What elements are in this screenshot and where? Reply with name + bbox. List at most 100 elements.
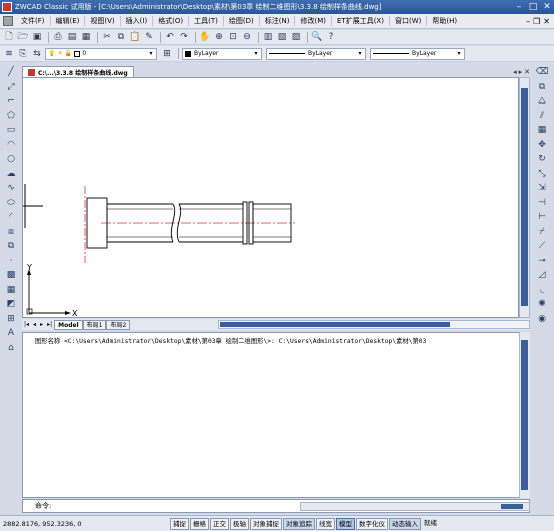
redo-icon[interactable]: ↷ bbox=[178, 31, 190, 43]
ellipse-arc-icon[interactable]: ◜ bbox=[5, 211, 17, 223]
fillet-icon[interactable]: ◟ bbox=[536, 284, 548, 296]
zoom-realtime-icon[interactable]: ⊕ bbox=[213, 31, 225, 43]
model-toggle[interactable]: 模型 bbox=[336, 517, 355, 530]
menu-help[interactable]: 帮助(H) bbox=[426, 16, 462, 26]
properties-palette-icon[interactable]: ◉ bbox=[536, 313, 548, 325]
offset-icon[interactable]: ⫽ bbox=[536, 110, 548, 122]
tool-palette-icon[interactable]: ▨ bbox=[290, 31, 302, 43]
menu-window[interactable]: 窗口(W) bbox=[388, 16, 426, 26]
scroll-thumb[interactable] bbox=[521, 88, 528, 306]
stretch-icon[interactable]: ⇲ bbox=[536, 182, 548, 194]
paste-icon[interactable]: 📋 bbox=[129, 31, 141, 43]
erase-icon[interactable]: ⌫ bbox=[536, 66, 549, 78]
menu-edit[interactable]: 编辑(E) bbox=[49, 16, 85, 26]
object-tracking-toggle[interactable]: 对象追踪 bbox=[283, 517, 315, 530]
spline-icon[interactable]: ∿ bbox=[5, 182, 17, 194]
document-tab-nav[interactable]: ◂▸✕ bbox=[513, 68, 532, 76]
array-icon[interactable]: ▦ bbox=[536, 124, 548, 136]
drawing-vertical-scrollbar[interactable] bbox=[519, 77, 530, 318]
ortho-toggle[interactable]: 正交 bbox=[210, 517, 229, 530]
revision-cloud-icon[interactable]: ☁ bbox=[5, 168, 17, 180]
maximize-button[interactable]: □ bbox=[526, 2, 540, 13]
make-object-layer-current-icon[interactable]: ⊞ bbox=[161, 48, 173, 60]
multiline-text-icon[interactable]: A bbox=[5, 327, 17, 339]
circle-icon[interactable]: ○ bbox=[5, 153, 17, 165]
zoom-previous-icon[interactable]: ⊖ bbox=[241, 31, 253, 43]
command-horizontal-scrollbar[interactable] bbox=[300, 502, 530, 511]
gradient-icon[interactable]: ▦ bbox=[5, 284, 17, 296]
explode-icon[interactable]: ✺ bbox=[536, 298, 548, 310]
close-button[interactable]: ✕ bbox=[540, 2, 554, 13]
polyline-icon[interactable]: ⌐ bbox=[5, 95, 17, 107]
polygon-icon[interactable]: ⬠ bbox=[5, 110, 17, 122]
cut-icon[interactable]: ✂ bbox=[101, 31, 113, 43]
lineweight-dropdown[interactable]: ByLayer ▾ bbox=[370, 47, 465, 60]
extend-icon[interactable]: ⊢ bbox=[536, 211, 548, 223]
prev-tab-icon[interactable]: ◂ bbox=[31, 321, 38, 328]
publish-icon[interactable]: ▦ bbox=[80, 31, 92, 43]
point-icon[interactable]: · bbox=[5, 255, 17, 267]
properties-icon[interactable]: ▥ bbox=[262, 31, 274, 43]
menu-view[interactable]: 视图(V) bbox=[84, 16, 119, 26]
save-icon[interactable]: ▣ bbox=[31, 31, 43, 43]
tab-model[interactable]: Model bbox=[54, 319, 83, 330]
rectangle-icon[interactable]: ▭ bbox=[5, 124, 17, 136]
print-icon[interactable]: ⎙ bbox=[52, 31, 64, 43]
menu-format[interactable]: 格式(O) bbox=[152, 16, 188, 26]
menu-file[interactable]: 文件(F) bbox=[16, 16, 50, 26]
polar-toggle[interactable]: 极轴 bbox=[230, 517, 249, 530]
mirror-icon[interactable]: ⧋ bbox=[536, 95, 548, 107]
region-icon[interactable]: ◩ bbox=[5, 298, 17, 310]
dynamic-input-toggle[interactable]: 动态输入 bbox=[389, 517, 421, 530]
layer-states-icon[interactable]: ⎘ bbox=[17, 48, 29, 60]
menu-dimension[interactable]: 标注(N) bbox=[258, 16, 295, 26]
match-properties-icon[interactable]: ✎ bbox=[143, 31, 155, 43]
copy-object-icon[interactable]: ⧉ bbox=[536, 81, 548, 93]
next-tab-icon[interactable]: ▸ bbox=[38, 321, 45, 328]
grid-toggle[interactable]: 栅格 bbox=[190, 517, 209, 530]
zoom-window-icon[interactable]: ⊡ bbox=[227, 31, 239, 43]
arc-icon[interactable]: ◠ bbox=[5, 139, 17, 151]
menu-tools[interactable]: 工具(T) bbox=[188, 16, 223, 26]
doc-close-icon[interactable]: ✕ bbox=[543, 17, 550, 26]
table-icon[interactable]: ⊞ bbox=[5, 313, 17, 325]
break-icon[interactable]: ⟋ bbox=[536, 240, 548, 252]
command-vertical-scrollbar[interactable] bbox=[519, 332, 530, 498]
find-icon[interactable]: 🔍 bbox=[311, 31, 323, 43]
print-preview-icon[interactable]: ▤ bbox=[66, 31, 78, 43]
scroll-thumb[interactable] bbox=[501, 504, 523, 509]
menu-et-tools[interactable]: ET扩展工具(X) bbox=[331, 16, 389, 26]
scale-icon[interactable]: ⤡ bbox=[536, 168, 548, 180]
design-center-icon[interactable]: ▧ bbox=[276, 31, 288, 43]
insert-block-icon[interactable]: ⧈ bbox=[5, 226, 17, 238]
doc-restore-icon[interactable]: ❐ bbox=[533, 17, 540, 26]
drawing-horizontal-scrollbar[interactable] bbox=[218, 320, 530, 329]
scroll-thumb[interactable] bbox=[220, 322, 451, 327]
ellipse-icon[interactable]: ⬭ bbox=[5, 197, 17, 209]
pan-icon[interactable]: ✋ bbox=[199, 31, 211, 43]
menu-insert[interactable]: 插入(I) bbox=[119, 16, 153, 26]
first-tab-icon[interactable]: |◂ bbox=[22, 321, 31, 328]
document-tab[interactable]: C:\...\3.3.8 绘制样条曲线.dwg bbox=[22, 66, 134, 77]
linetype-dropdown[interactable]: ByLayer ▾ bbox=[266, 47, 366, 60]
tab-layout2[interactable]: 布局2 bbox=[106, 319, 131, 330]
make-block-icon[interactable]: ⧉ bbox=[5, 240, 17, 252]
doc-minimize-icon[interactable]: – bbox=[526, 17, 530, 26]
lineweight-toggle[interactable]: 线宽 bbox=[316, 517, 335, 530]
line-icon[interactable]: ╱ bbox=[5, 66, 17, 78]
scroll-thumb[interactable] bbox=[521, 340, 528, 490]
undo-icon[interactable]: ↶ bbox=[164, 31, 176, 43]
copy-icon[interactable]: ⧉ bbox=[115, 31, 127, 43]
hatch-icon[interactable]: ▩ bbox=[5, 269, 17, 281]
menu-modify[interactable]: 修改(M) bbox=[294, 16, 331, 26]
wipeout-icon[interactable]: ⌂ bbox=[5, 342, 17, 354]
open-file-icon[interactable]: 🗁 bbox=[17, 31, 29, 43]
object-snap-toggle[interactable]: 对象捕捉 bbox=[250, 517, 282, 530]
menu-draw[interactable]: 绘图(D) bbox=[222, 16, 259, 26]
drawing-canvas[interactable]: Y X bbox=[22, 77, 519, 318]
tab-layout1[interactable]: 布局1 bbox=[82, 319, 107, 330]
digitizer-toggle[interactable]: 数字化仪 bbox=[356, 517, 388, 530]
layer-manager-icon[interactable]: ≋ bbox=[3, 48, 15, 60]
chamfer-icon[interactable]: ◿ bbox=[536, 269, 548, 281]
layer-previous-icon[interactable]: ⇆ bbox=[31, 48, 43, 60]
